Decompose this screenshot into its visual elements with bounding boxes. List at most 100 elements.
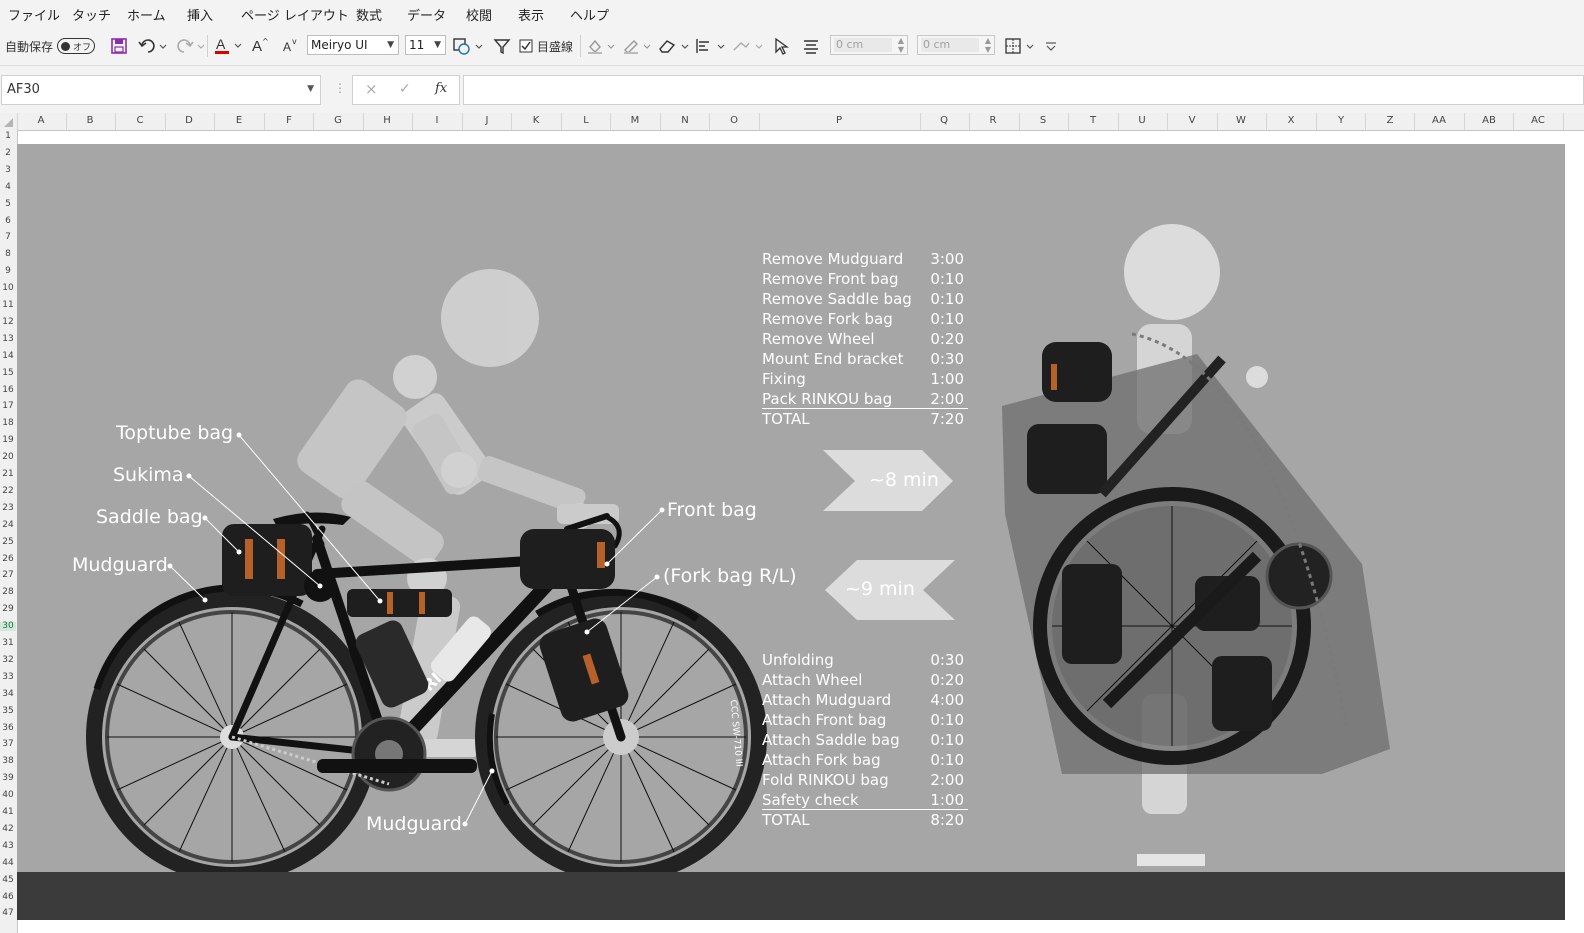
- row-header[interactable]: 21: [0, 470, 16, 479]
- redo-icon[interactable]: [176, 37, 206, 55]
- text-align-icon[interactable]: [802, 37, 820, 55]
- column-header[interactable]: S: [1040, 115, 1046, 126]
- row-header[interactable]: 28: [0, 588, 16, 597]
- row-header[interactable]: 3: [0, 165, 16, 175]
- row-header[interactable]: 10: [0, 284, 16, 293]
- row-header[interactable]: 37: [0, 740, 16, 749]
- row-header[interactable]: 9: [0, 267, 16, 276]
- gridlines-checkbox[interactable]: 目盛線: [519, 35, 573, 57]
- menu-review[interactable]: 校閲: [466, 5, 492, 24]
- eraser-icon[interactable]: [658, 37, 690, 55]
- column-header[interactable]: AA: [1432, 115, 1446, 126]
- column-header[interactable]: P: [836, 115, 842, 126]
- cancel-icon[interactable]: ×: [365, 80, 378, 98]
- row-header[interactable]: 38: [0, 757, 16, 766]
- row-header[interactable]: 25: [0, 537, 16, 547]
- row-header[interactable]: 43: [0, 841, 16, 851]
- column-header[interactable]: A: [38, 115, 45, 126]
- row-header[interactable]: 1: [0, 132, 16, 141]
- row-header[interactable]: 45: [0, 875, 16, 885]
- autosave-toggle[interactable]: オフ: [57, 38, 96, 54]
- row-header[interactable]: 7: [0, 233, 16, 242]
- menu-touch[interactable]: タッチ: [72, 5, 111, 24]
- row-header[interactable]: 41: [0, 808, 16, 817]
- column-header[interactable]: K: [533, 115, 540, 126]
- menu-file[interactable]: ファイル: [8, 5, 60, 24]
- row-header[interactable]: 30: [0, 622, 16, 632]
- row-header[interactable]: 24: [0, 520, 16, 530]
- column-header[interactable]: X: [1288, 115, 1295, 126]
- column-header[interactable]: Z: [1387, 115, 1394, 126]
- font-name-select[interactable]: Meiryo UI ▼: [307, 35, 399, 55]
- row-header[interactable]: 11: [0, 301, 16, 310]
- row-header[interactable]: 29: [0, 605, 16, 614]
- menu-insert[interactable]: 挿入: [187, 5, 213, 24]
- row-header[interactable]: 22: [0, 486, 16, 496]
- shape-height-input[interactable]: 0 cm ▲ ▼: [830, 35, 908, 55]
- row-header[interactable]: 8: [0, 250, 16, 259]
- row-header[interactable]: 34: [0, 689, 16, 699]
- row-header[interactable]: 33: [0, 672, 16, 682]
- autosave-control[interactable]: 自動保存 オフ: [5, 35, 96, 57]
- row-header[interactable]: 46: [0, 892, 16, 902]
- row-header[interactable]: 16: [0, 385, 16, 395]
- customize-toolbar-icon[interactable]: [1043, 37, 1059, 55]
- column-header[interactable]: O: [730, 115, 738, 126]
- row-header[interactable]: 31: [0, 639, 16, 648]
- menu-help[interactable]: ヘルプ: [570, 5, 609, 24]
- column-header[interactable]: Q: [940, 115, 948, 126]
- formula-input[interactable]: [463, 75, 1584, 105]
- row-header[interactable]: 40: [0, 791, 16, 800]
- enter-icon[interactable]: ✓: [399, 81, 411, 97]
- row-header[interactable]: 20: [0, 453, 16, 462]
- row-header[interactable]: 4: [0, 182, 16, 192]
- menu-view[interactable]: 表示: [518, 5, 544, 24]
- column-header[interactable]: B: [87, 115, 94, 126]
- font-size-select[interactable]: 11 ▼: [405, 35, 446, 55]
- column-header[interactable]: F: [286, 115, 292, 126]
- save-icon[interactable]: [110, 37, 128, 55]
- line-color-icon[interactable]: [622, 37, 652, 55]
- column-header[interactable]: N: [681, 115, 688, 126]
- row-header[interactable]: 6: [0, 216, 16, 226]
- menu-data[interactable]: データ: [407, 5, 446, 24]
- column-header[interactable]: Y: [1338, 115, 1344, 126]
- align-icon[interactable]: [694, 37, 728, 55]
- column-header[interactable]: G: [334, 115, 342, 126]
- row-header[interactable]: 32: [0, 655, 16, 665]
- more-options-icon[interactable]: ⋮: [334, 81, 346, 95]
- select-all-corner-icon[interactable]: [3, 117, 14, 128]
- column-header[interactable]: U: [1138, 115, 1145, 126]
- drawing-canvas[interactable]: CCC SW-710 III RINKOU: [17, 144, 1565, 872]
- column-header[interactable]: W: [1236, 115, 1246, 126]
- select-pointer-icon[interactable]: [772, 37, 790, 55]
- column-header[interactable]: T: [1090, 115, 1096, 126]
- column-header[interactable]: H: [383, 115, 391, 126]
- menu-page-layout[interactable]: ページ レイアウト: [241, 5, 349, 24]
- row-header[interactable]: 13: [0, 334, 16, 344]
- row-header[interactable]: 23: [0, 503, 16, 513]
- shape-effects-icon[interactable]: [732, 37, 766, 55]
- row-header[interactable]: 36: [0, 723, 16, 733]
- column-header[interactable]: E: [236, 115, 242, 126]
- row-header[interactable]: 39: [0, 774, 16, 783]
- menu-home[interactable]: ホーム: [127, 5, 166, 24]
- row-header[interactable]: 15: [0, 368, 16, 378]
- shape-insert-icon[interactable]: [452, 37, 486, 55]
- row-header[interactable]: 47: [0, 909, 16, 918]
- name-box[interactable]: AF30 ▼: [1, 75, 321, 105]
- column-header[interactable]: J: [486, 115, 489, 126]
- column-header[interactable]: R: [990, 115, 997, 126]
- undo-icon[interactable]: [138, 37, 168, 55]
- row-header[interactable]: 44: [0, 858, 16, 868]
- column-header[interactable]: M: [631, 115, 640, 126]
- row-header[interactable]: 42: [0, 824, 16, 834]
- fill-color-icon[interactable]: [586, 37, 616, 55]
- row-header[interactable]: 35: [0, 706, 16, 716]
- row-header[interactable]: 18: [0, 419, 16, 428]
- column-header[interactable]: AC: [1531, 115, 1545, 126]
- column-header[interactable]: AB: [1482, 115, 1496, 126]
- row-header[interactable]: 27: [0, 571, 16, 580]
- increase-font-icon[interactable]: A ^: [250, 36, 270, 56]
- row-header[interactable]: 14: [0, 351, 16, 361]
